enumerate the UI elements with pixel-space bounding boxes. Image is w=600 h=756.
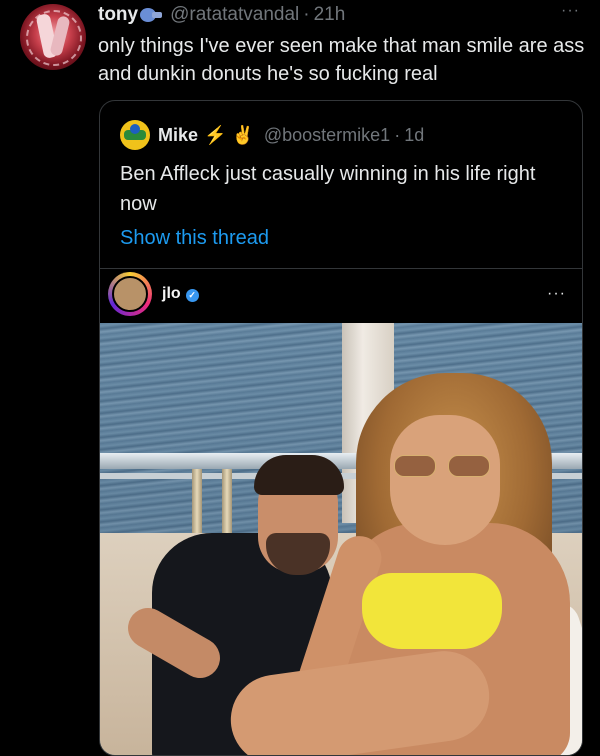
- quoted-tweet-header: Mike ⚡ ✌ @boostermike1 · 1d: [120, 120, 424, 150]
- quoted-name-emojis: ⚡ ✌: [204, 124, 254, 145]
- quoted-author-name[interactable]: Mike: [158, 125, 198, 146]
- quoted-tweet-timestamp[interactable]: 1d: [404, 125, 424, 146]
- tweet-text: only things I've ever seen make that man…: [98, 35, 585, 85]
- sunglasses: [394, 455, 490, 477]
- instagram-avatar[interactable]: [108, 272, 152, 316]
- instagram-post-header: jlo ✓: [108, 271, 199, 317]
- show-thread-link[interactable]: Show this thread: [120, 227, 269, 250]
- separator-dot: ·: [394, 124, 401, 145]
- quoted-author-handle[interactable]: @boostermike1: [264, 125, 390, 146]
- post-photo[interactable]: [100, 323, 582, 755]
- instagram-username-text: jlo: [162, 285, 181, 302]
- verified-check-icon: ✓: [185, 289, 199, 302]
- quoted-author-avatar[interactable]: [120, 120, 150, 150]
- author-name[interactable]: tony: [98, 4, 138, 26]
- author-avatar[interactable]: [20, 4, 86, 70]
- instagram-more-icon[interactable]: ···: [547, 285, 566, 303]
- emoji-badge-icon: [140, 6, 166, 24]
- tweet-header: tony @ratatatvandal · 21h: [98, 2, 580, 28]
- more-dots-icon[interactable]: ···: [561, 2, 580, 20]
- author-handle[interactable]: @ratatatvandal: [170, 4, 299, 26]
- divider: [100, 268, 582, 269]
- quoted-tweet-card[interactable]: Mike ⚡ ✌ @boostermike1 · 1d Ben Affleck …: [99, 100, 583, 756]
- instagram-username[interactable]: jlo ✓: [162, 285, 199, 303]
- tweet-timestamp[interactable]: 21h: [314, 4, 346, 26]
- separator-dot: ·: [303, 4, 310, 25]
- quoted-tweet-text: Ben Affleck just casually winning in his…: [120, 163, 536, 215]
